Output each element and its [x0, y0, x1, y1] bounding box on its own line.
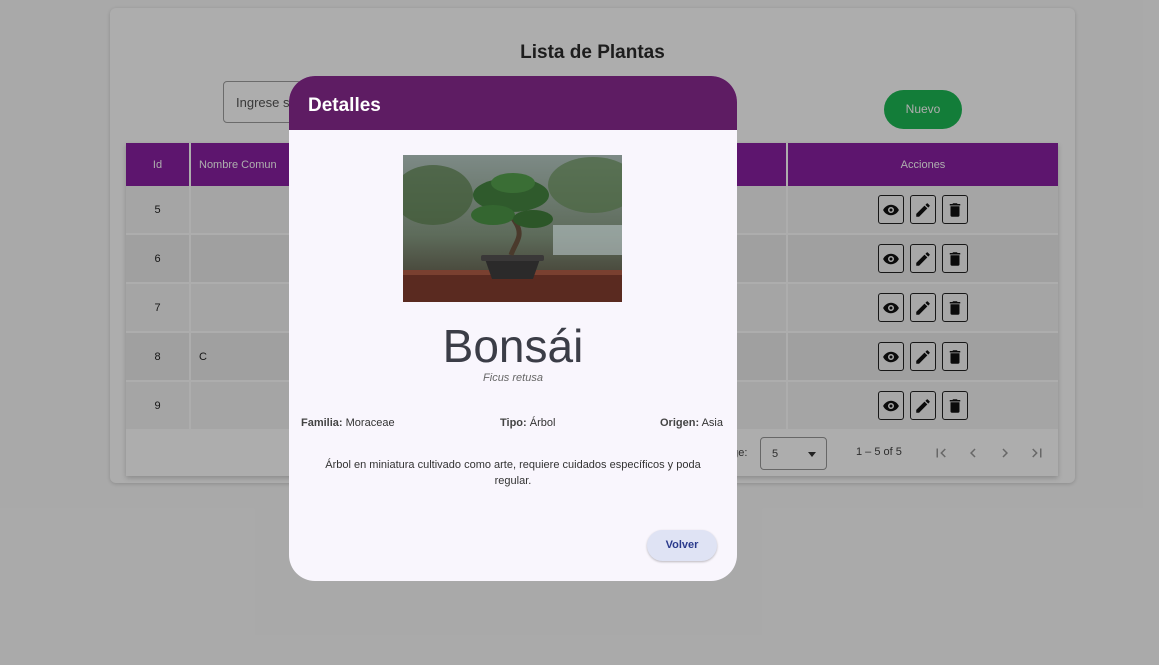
- type-label: Tipo:: [500, 417, 527, 429]
- family-attribute: Familia: Moraceae: [301, 417, 395, 429]
- origin-value: Asia: [701, 417, 723, 429]
- origin-attribute: Origen: Asia: [660, 417, 723, 429]
- origin-label: Origen:: [660, 417, 700, 429]
- plant-description: Árbol en miniatura cultivado como arte, …: [325, 459, 701, 487]
- scientific-name: Ficus retusa: [483, 372, 543, 384]
- family-label: Familia:: [301, 417, 343, 429]
- dialog-title: Detalles: [289, 76, 737, 130]
- family-value: Moraceae: [345, 417, 395, 429]
- type-attribute: Tipo: Árbol: [500, 417, 555, 429]
- back-button[interactable]: Volver: [647, 530, 717, 561]
- details-dialog: Detalles Bonsái Ficus retusa Familia: Mo…: [289, 76, 737, 581]
- type-value: Árbol: [529, 417, 556, 429]
- plant-name: Bonsái: [442, 320, 584, 372]
- plant-image: [403, 155, 622, 302]
